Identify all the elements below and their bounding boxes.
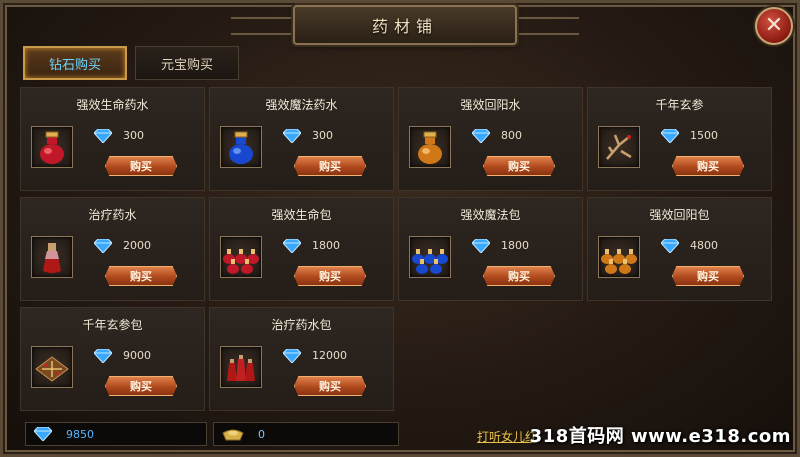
diamond-icon (94, 349, 112, 363)
buy-button[interactable]: 购买 (105, 376, 177, 396)
buy-button[interactable]: 购买 (105, 156, 177, 176)
diamond-icon (283, 239, 301, 253)
close-button[interactable]: ✕ (755, 7, 793, 45)
tab-bar: 钻石购买 元宝购买 (23, 46, 239, 80)
item-price: 800 (501, 129, 522, 142)
item-card: 强效回阳包 4800 购买 (587, 197, 772, 301)
item-slot[interactable] (220, 126, 262, 168)
blue-potion-icon (229, 131, 253, 164)
buy-button[interactable]: 购买 (672, 156, 744, 176)
item-price: 4800 (690, 239, 718, 252)
buy-button[interactable]: 购买 (294, 266, 366, 286)
item-slot[interactable] (31, 126, 73, 168)
red-potion-pack-icon (223, 249, 259, 274)
title-plate: 药材铺 (231, 5, 579, 45)
item-grid: 强效生命药水 300 购买 强效魔法药水 300 购买 强效回阳水 800 购买 千年玄参 1500… (20, 87, 772, 411)
diamond-icon (283, 129, 301, 143)
diamond-icon (472, 129, 490, 143)
gold-balance: 0 (213, 422, 399, 446)
item-slot[interactable] (598, 236, 640, 278)
item-price: 300 (123, 129, 144, 142)
red-potion-icon (40, 131, 64, 164)
diamond-icon (472, 239, 490, 253)
item-slot[interactable] (220, 346, 262, 388)
orange-potion-pack-icon (601, 249, 637, 274)
diamond-icon (283, 349, 301, 363)
item-name: 强效生命药水 (76, 98, 149, 112)
buy-button[interactable]: 购买 (294, 376, 366, 396)
item-card: 千年玄参包 9000 购买 (20, 307, 205, 411)
tab-ingot-purchase[interactable]: 元宝购买 (135, 46, 239, 80)
item-name: 强效魔法药水 (265, 98, 338, 112)
item-price: 1800 (312, 239, 340, 252)
item-slot[interactable] (31, 346, 73, 388)
item-name: 治疗药水包 (271, 318, 332, 332)
item-name: 强效回阳水 (460, 98, 521, 112)
buy-button[interactable]: 购买 (483, 266, 555, 286)
buy-button[interactable]: 购买 (294, 156, 366, 176)
item-slot[interactable] (409, 126, 451, 168)
healing-vial-pack-icon (227, 355, 255, 381)
item-card: 强效魔法包 1800 购买 (398, 197, 583, 301)
item-name: 治疗药水 (88, 208, 137, 222)
item-name: 千年玄参包 (82, 318, 143, 332)
diamond-icon (661, 239, 679, 253)
item-card: 治疗药水包 12000 购买 (209, 307, 394, 411)
item-card: 千年玄参 1500 购买 (587, 87, 772, 191)
close-icon: ✕ (764, 13, 784, 38)
diamond-balance-value: 9850 (66, 427, 94, 441)
blue-potion-pack-icon (412, 249, 448, 274)
ask-daughter-red-link[interactable]: 打听女儿红 (477, 428, 537, 445)
diamond-icon (661, 129, 679, 143)
item-card: 治疗药水 2000 购买 (20, 197, 205, 301)
diamond-icon (34, 427, 52, 441)
orange-potion-icon (418, 131, 442, 164)
item-name: 强效魔法包 (460, 208, 521, 222)
item-price: 9000 (123, 349, 151, 362)
ginseng-icon (606, 134, 632, 160)
gold-balance-value: 0 (258, 427, 265, 441)
item-price: 1500 (690, 129, 718, 142)
item-price: 12000 (312, 349, 347, 362)
gold-ingot-icon (222, 429, 244, 441)
diamond-icon (94, 239, 112, 253)
tab-diamond-purchase[interactable]: 钻石购买 (23, 46, 127, 80)
item-slot[interactable] (598, 126, 640, 168)
item-name: 强效生命包 (271, 208, 332, 222)
item-name: 强效回阳包 (649, 208, 710, 222)
buy-button[interactable]: 购买 (672, 266, 744, 286)
shop-window: 药材铺 ✕ 钻石购买 元宝购买 强效生命药水 300 购买 强效魔法药水 300 购买 强效… (0, 0, 800, 457)
item-name: 千年玄参 (655, 98, 704, 112)
item-card: 强效回阳水 800 购买 (398, 87, 583, 191)
item-price: 2000 (123, 239, 151, 252)
item-slot[interactable] (220, 236, 262, 278)
ginseng-pack-icon (35, 356, 69, 382)
item-card: 强效生命包 1800 购买 (209, 197, 394, 301)
diamond-icon (94, 129, 112, 143)
buy-button[interactable]: 购买 (483, 156, 555, 176)
item-card: 强效生命药水 300 购买 (20, 87, 205, 191)
buy-button[interactable]: 购买 (105, 266, 177, 286)
healing-vial-icon (43, 243, 61, 273)
site-watermark: 318首码网 www.e318.com (529, 426, 791, 447)
window-title: 药材铺 (371, 17, 438, 36)
item-slot[interactable] (31, 236, 73, 278)
diamond-balance: 9850 (25, 422, 207, 446)
item-slot[interactable] (409, 236, 451, 278)
item-card: 强效魔法药水 300 购买 (209, 87, 394, 191)
item-price: 1800 (501, 239, 529, 252)
item-price: 300 (312, 129, 333, 142)
